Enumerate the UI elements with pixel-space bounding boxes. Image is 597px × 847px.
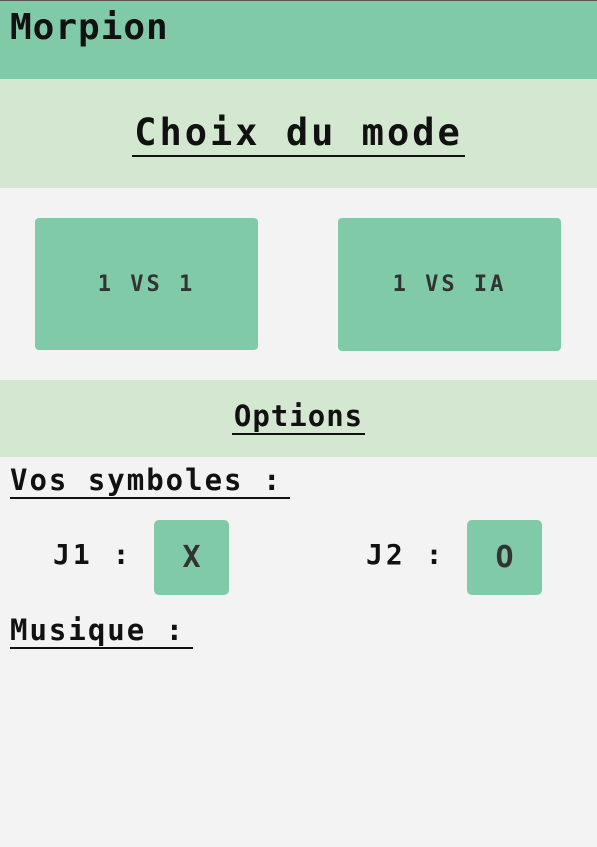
player2-symbol-button[interactable]: O <box>467 520 542 595</box>
options-title: Options <box>231 399 366 435</box>
symbols-label: Vos symboles : <box>10 463 291 499</box>
player2-label: J2 : <box>366 538 446 571</box>
player1-symbol-button[interactable]: X <box>154 520 229 595</box>
mode-section-header: Choix du mode <box>0 79 597 188</box>
options-title-wrap: Options <box>0 399 597 435</box>
mode-1via-button[interactable]: 1 VS IA <box>338 218 561 351</box>
mode-title-wrap: Choix du mode <box>0 111 597 157</box>
music-label: Musique : <box>10 613 194 649</box>
top-bar: Morpion <box>0 0 597 79</box>
app-root: Morpion Choix du mode 1 VS 1 1 VS IA Opt… <box>0 0 597 847</box>
mode-title: Choix du mode <box>132 111 465 157</box>
player1-label: J1 : <box>53 538 133 571</box>
app-title: Morpion <box>10 7 169 48</box>
mode-1v1-button[interactable]: 1 VS 1 <box>35 218 258 350</box>
options-section-header: Options <box>0 380 597 457</box>
